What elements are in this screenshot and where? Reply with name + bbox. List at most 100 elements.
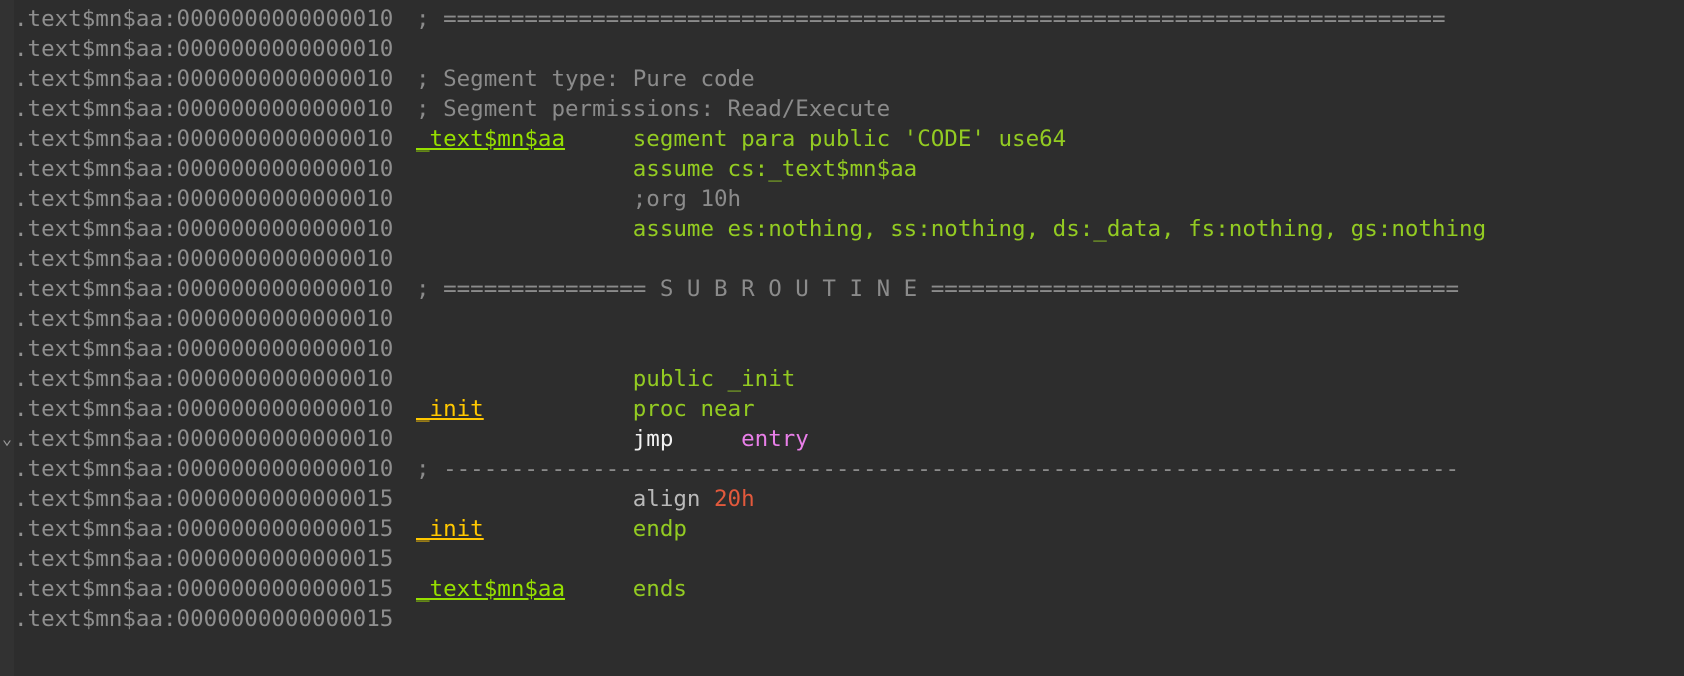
- jump-arrow-icon: ⌄: [1, 429, 13, 449]
- line-address: .text$mn$aa:0000000000000010: [14, 96, 394, 122]
- line-address: .text$mn$aa:0000000000000010: [14, 126, 394, 152]
- line-content[interactable]: ; ======================================…: [416, 4, 1446, 34]
- disassembly-line[interactable]: .text$mn$aa:0000000000000010: [0, 304, 1684, 334]
- token-cmt: ;org 10h: [416, 186, 742, 212]
- token-segnm[interactable]: _text$mn$aa: [416, 126, 565, 152]
- line-address: .text$mn$aa:0000000000000010: [14, 66, 394, 92]
- token-fnnm[interactable]: _init: [416, 516, 484, 542]
- disassembly-line[interactable]: .text$mn$aa:0000000000000010 ; Segment ty…: [0, 64, 1684, 94]
- disassembly-line[interactable]: .text$mn$aa:0000000000000010 _init proc n…: [0, 394, 1684, 424]
- jump-arrow-icon: [0, 124, 14, 154]
- line-content[interactable]: assume cs:_text$mn$aa: [416, 154, 917, 184]
- disassembly-line-list: .text$mn$aa:0000000000000010 ; ==========…: [0, 4, 1684, 634]
- line-address: .text$mn$aa:0000000000000010: [14, 216, 394, 242]
- disassembly-line[interactable]: .text$mn$aa:0000000000000015 _text$mn$aa …: [0, 574, 1684, 604]
- token-kw: assume cs:_text$mn$aa: [416, 156, 918, 182]
- token-locref[interactable]: entry: [741, 426, 809, 452]
- jump-arrow-icon: [0, 94, 14, 124]
- token-cmt: ; ======================================…: [416, 6, 1446, 32]
- token-num: 20h: [714, 486, 755, 512]
- line-content[interactable]: public _init: [416, 364, 796, 394]
- line-address: .text$mn$aa:0000000000000010: [14, 156, 394, 182]
- jump-arrow-icon: [0, 484, 14, 514]
- line-content[interactable]: _init proc near: [416, 394, 755, 424]
- line-content[interactable]: _init endp: [416, 514, 687, 544]
- line-address: .text$mn$aa:0000000000000010: [14, 456, 394, 482]
- jump-arrow-icon: [0, 304, 14, 334]
- line-content[interactable]: ; =============== S U B R O U T I N E ==…: [416, 274, 1459, 304]
- line-content[interactable]: _text$mn$aa ends: [416, 574, 687, 604]
- token-cmt: ; --------------------------------------…: [416, 456, 1460, 482]
- token-kw: segment para public 'CODE' use64: [565, 126, 1067, 152]
- line-content[interactable]: align 20h: [416, 484, 755, 514]
- line-address: .text$mn$aa:0000000000000010: [14, 426, 394, 452]
- jump-arrow-icon: [0, 334, 14, 364]
- line-address: .text$mn$aa:0000000000000010: [14, 6, 394, 32]
- jump-arrow-icon: [0, 214, 14, 244]
- disassembly-line[interactable]: .text$mn$aa:0000000000000010: [0, 334, 1684, 364]
- jump-arrow-icon: [0, 364, 14, 394]
- line-address: .text$mn$aa:0000000000000010: [14, 246, 394, 272]
- jump-arrow-icon: [0, 454, 14, 484]
- token-kw: proc near: [483, 396, 755, 422]
- disassembly-line[interactable]: .text$mn$aa:0000000000000010 ;org 10h: [0, 184, 1684, 214]
- line-address: .text$mn$aa:0000000000000010: [14, 366, 394, 392]
- token-kw: public _init: [416, 366, 796, 392]
- token-segnm[interactable]: _text$mn$aa: [416, 576, 565, 602]
- line-content[interactable]: jmp entry: [416, 424, 809, 454]
- token-kw: ends: [565, 576, 687, 602]
- jump-arrow-icon: [0, 64, 14, 94]
- jump-arrow-icon: [0, 544, 14, 574]
- line-content[interactable]: ; Segment permissions: Read/Execute: [416, 94, 890, 124]
- disassembly-line[interactable]: .text$mn$aa:0000000000000010: [0, 34, 1684, 64]
- jump-arrow-icon: [0, 514, 14, 544]
- line-address: .text$mn$aa:0000000000000015: [14, 516, 394, 542]
- token-kw: endp: [483, 516, 687, 542]
- disassembly-line[interactable]: .text$mn$aa:0000000000000015: [0, 544, 1684, 574]
- line-content[interactable]: ; --------------------------------------…: [416, 454, 1459, 484]
- token-kw: assume es:nothing, ss:nothing, ds:_data,…: [416, 216, 1487, 242]
- disassembly-line[interactable]: .text$mn$aa:0000000000000010 ; ==========…: [0, 4, 1684, 34]
- disassembly-line[interactable]: ⌄ .text$mn$aa:0000000000000010 jmp entry: [0, 424, 1684, 454]
- line-address: .text$mn$aa:0000000000000015: [14, 606, 394, 632]
- disassembly-line[interactable]: .text$mn$aa:0000000000000015 _init endp: [0, 514, 1684, 544]
- token-plain: align: [416, 486, 715, 512]
- disassembly-line[interactable]: .text$mn$aa:0000000000000010 ; ----------…: [0, 454, 1684, 484]
- line-address: .text$mn$aa:0000000000000015: [14, 486, 394, 512]
- disassembly-line[interactable]: .text$mn$aa:0000000000000010: [0, 244, 1684, 274]
- line-content[interactable]: _text$mn$aa segment para public 'CODE' u…: [416, 124, 1066, 154]
- line-content[interactable]: ; Segment type: Pure code: [416, 64, 755, 94]
- disassembly-line[interactable]: .text$mn$aa:0000000000000010 ; ==========…: [0, 274, 1684, 304]
- jump-arrow-icon: [0, 154, 14, 184]
- jump-arrow-icon: [0, 34, 14, 64]
- token-fnnm[interactable]: _init: [416, 396, 484, 422]
- token-cmt: ; =============== S U B R O U T I N E ==…: [416, 276, 1460, 302]
- jump-arrow-icon: [0, 4, 14, 34]
- line-address: .text$mn$aa:0000000000000010: [14, 336, 394, 362]
- disassembly-line[interactable]: .text$mn$aa:0000000000000015 align 20h: [0, 484, 1684, 514]
- line-content[interactable]: assume es:nothing, ss:nothing, ds:_data,…: [416, 214, 1486, 244]
- disassembly-line[interactable]: .text$mn$aa:0000000000000010 assume cs:_…: [0, 154, 1684, 184]
- disassembly-line[interactable]: .text$mn$aa:0000000000000010 _text$mn$aa …: [0, 124, 1684, 154]
- line-address: .text$mn$aa:0000000000000015: [14, 576, 394, 602]
- line-address: .text$mn$aa:0000000000000010: [14, 276, 394, 302]
- line-content[interactable]: ;org 10h: [416, 184, 741, 214]
- disassembly-line[interactable]: .text$mn$aa:0000000000000015: [0, 604, 1684, 634]
- disassembly-line[interactable]: .text$mn$aa:0000000000000010 assume es:n…: [0, 214, 1684, 244]
- jump-arrow-icon: [0, 184, 14, 214]
- disassembly-line[interactable]: .text$mn$aa:0000000000000010 public _ini…: [0, 364, 1684, 394]
- jump-arrow-icon: [0, 604, 14, 634]
- line-address: .text$mn$aa:0000000000000015: [14, 546, 394, 572]
- disassembly-view[interactable]: .text$mn$aa:0000000000000010 ; ==========…: [0, 0, 1684, 676]
- disassembly-line[interactable]: .text$mn$aa:0000000000000010 ; Segment pe…: [0, 94, 1684, 124]
- token-cmt: ; Segment permissions: Read/Execute: [416, 96, 891, 122]
- jump-arrow-icon: [0, 244, 14, 274]
- jump-arrow-icon: [0, 394, 14, 424]
- line-address: .text$mn$aa:0000000000000010: [14, 186, 394, 212]
- line-address: .text$mn$aa:0000000000000010: [14, 306, 394, 332]
- token-cmt: ; Segment type: Pure code: [416, 66, 755, 92]
- jump-arrow-icon: [0, 274, 14, 304]
- token-instr: jmp: [416, 426, 742, 452]
- line-address: .text$mn$aa:0000000000000010: [14, 36, 394, 62]
- line-address: .text$mn$aa:0000000000000010: [14, 396, 394, 422]
